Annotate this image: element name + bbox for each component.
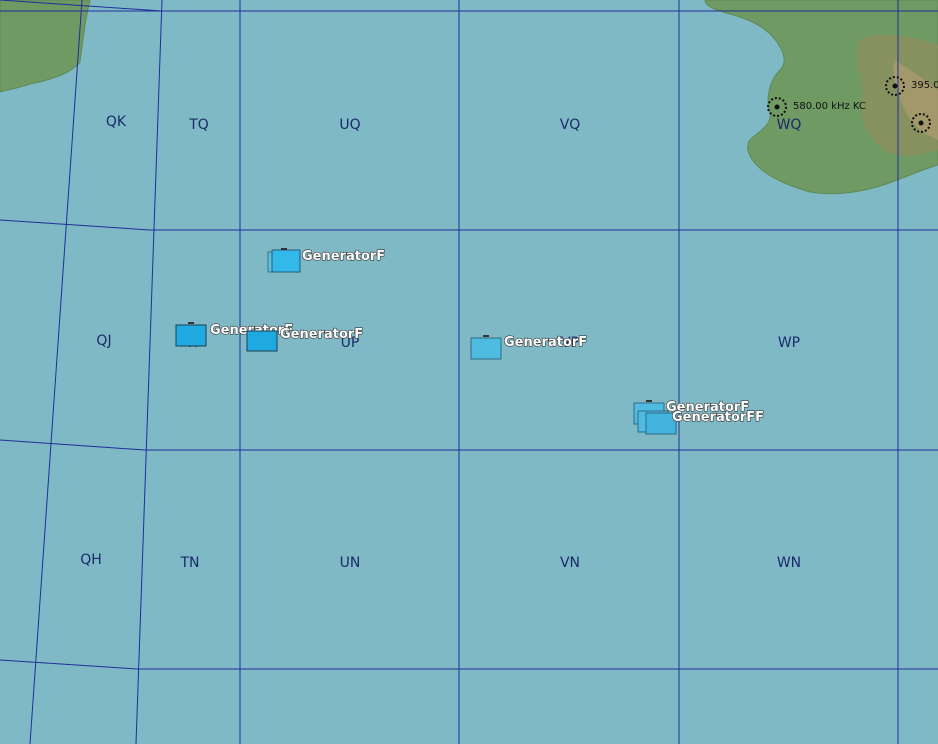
unit-label: GeneratorF	[280, 327, 363, 342]
grid-label-un: UN	[340, 555, 361, 571]
grid-label-wp: WP	[778, 335, 800, 351]
beacon-label: 580.00 kHz KC	[793, 101, 866, 112]
unit-label: GeneratorF	[504, 335, 587, 350]
unit-antenna-icon	[646, 400, 652, 402]
unit-antenna-icon	[483, 335, 489, 337]
unit-antenna-icon	[281, 248, 287, 250]
grid-label-vq: VQ	[560, 117, 581, 133]
beacon-label: 395.0	[911, 80, 938, 91]
grid-label-tq: TQ	[188, 117, 209, 133]
grid-label-qk: QK	[106, 114, 127, 130]
unit-icon	[470, 337, 502, 360]
unit-icon	[175, 324, 207, 347]
grid-label-tn: TN	[179, 555, 199, 571]
beacon-center-icon	[918, 120, 924, 126]
unit-icon	[246, 330, 278, 352]
grid-label-wn: WN	[777, 555, 801, 571]
unit-label: GeneratorF	[302, 249, 385, 264]
unit-label: GeneratorFF	[672, 410, 764, 425]
unit-antenna-icon	[188, 322, 194, 324]
unit-icon	[271, 249, 301, 273]
beacon-center-icon	[774, 104, 780, 110]
tactical-map[interactable]: QK TQ UQ VQ WQ QJ TP UP VP WP QH TN UN V…	[0, 0, 938, 744]
grid-label-wq: WQ	[777, 117, 802, 133]
beacon-center-icon	[892, 83, 898, 89]
grid-label-uq: UQ	[339, 117, 360, 133]
grid-label-vn: VN	[560, 555, 580, 571]
grid-label-qj: QJ	[96, 333, 111, 349]
grid-label-qh: QH	[80, 552, 102, 568]
